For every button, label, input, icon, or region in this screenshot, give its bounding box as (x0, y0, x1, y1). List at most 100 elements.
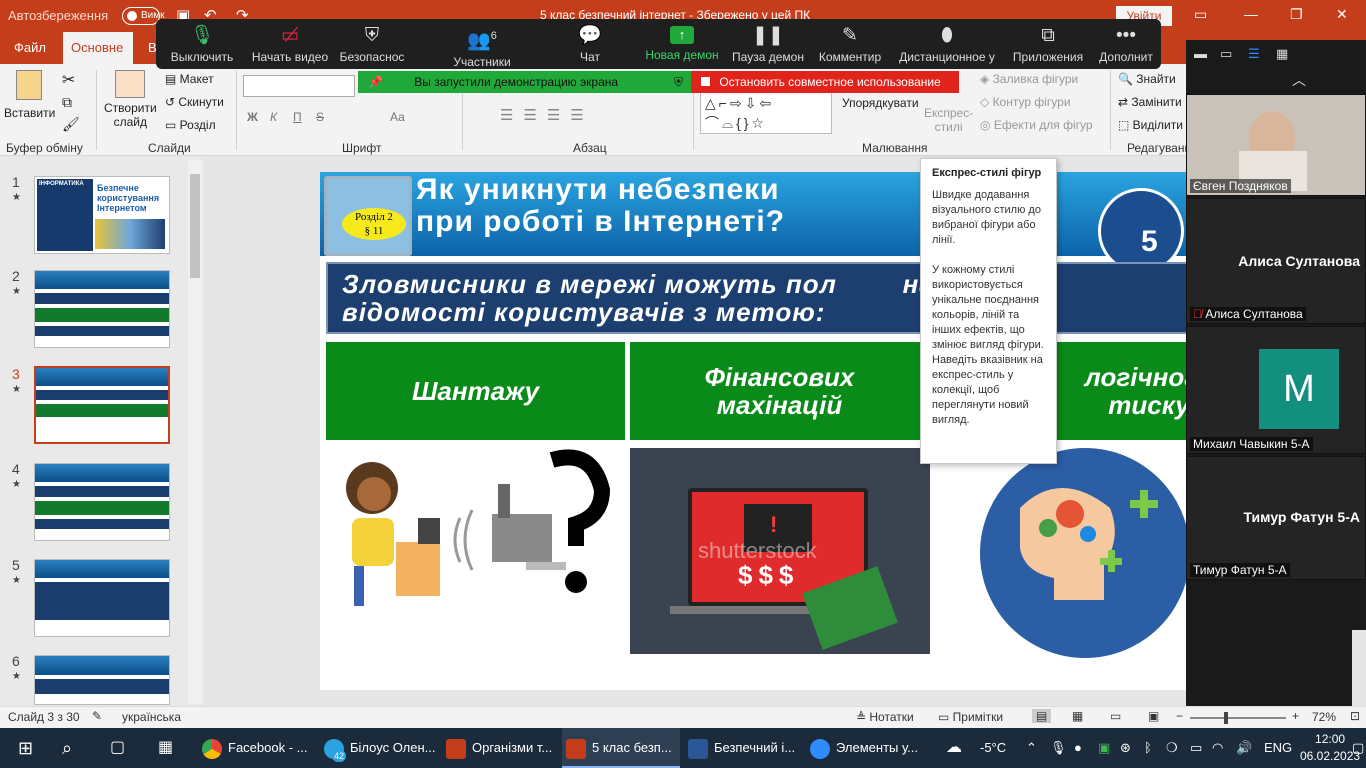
input-language[interactable]: ENG (1264, 728, 1292, 768)
select-button[interactable]: ⬚ Виділити (1118, 118, 1183, 132)
mute-button[interactable]: 🎙 Выключить (156, 19, 248, 69)
zoom-percentage[interactable]: 72% (1312, 710, 1336, 724)
quick-styles-button[interactable]: Експрес- стилі (924, 106, 973, 134)
tab-home[interactable]: Основне (63, 32, 133, 64)
strip-view-icon[interactable]: ☰ (1248, 46, 1260, 62)
alignment-icons[interactable]: ☰☰☰☰ (500, 106, 594, 124)
reset-button[interactable]: ↺ Скинути (165, 95, 224, 109)
gallery-view-icon[interactable]: ▦ (1276, 46, 1288, 62)
windows-start-icon[interactable]: ⊞ (18, 728, 33, 768)
paste-button[interactable]: Вставити (4, 70, 55, 120)
tab-file[interactable]: Файл (6, 32, 54, 64)
format-painter-icon[interactable]: 🖌 (62, 116, 80, 133)
change-case-button[interactable]: Аа (390, 110, 405, 124)
tray-mic-icon[interactable]: 🎙 (1050, 728, 1067, 768)
new-slide-button[interactable]: Створити слайд (104, 70, 157, 129)
participant-tile-4[interactable]: Тимур Фатун 5-А Тимур Фатун 5-А (1186, 456, 1366, 580)
italic-button[interactable]: К (270, 110, 277, 124)
reading-view-icon[interactable]: ▭ (1110, 709, 1121, 723)
participants-count: 6 (490, 30, 497, 42)
minimize-panel-icon[interactable]: ▬ (1194, 46, 1207, 61)
zoom-slider[interactable] (1190, 712, 1286, 724)
language-label[interactable]: українська (122, 710, 181, 724)
tray-app-icon[interactable]: ⊛ (1120, 728, 1131, 768)
temperature[interactable]: -5°C (980, 728, 1006, 768)
collapse-up-icon[interactable]: ︿ (1292, 70, 1306, 90)
taskbar-word[interactable]: Безпечний і... (684, 728, 802, 768)
underline-button[interactable]: П (293, 110, 302, 124)
comments-button[interactable]: ▭ Примітки (938, 710, 1003, 724)
slide-number: 5 (12, 557, 20, 573)
font-name-box[interactable] (243, 75, 355, 97)
tray-expand-icon[interactable]: ⌃ (1026, 728, 1037, 768)
shape-outline-button[interactable]: ◇ Контур фігури (980, 95, 1071, 109)
taskbar-powerpoint-2[interactable]: 5 клас безп... (562, 728, 680, 768)
slide-sorter-icon[interactable]: ▦ (1072, 709, 1083, 723)
battery-icon[interactable]: ▭ (1190, 728, 1202, 768)
slide-thumbnail-4[interactable] (34, 463, 170, 541)
notes-button[interactable]: ≜ Нотатки (856, 710, 914, 724)
fit-slide-icon[interactable]: ⊡ (1350, 709, 1360, 723)
security-button[interactable]: ⛨ Безопаснос (326, 19, 418, 69)
zoom-out-icon[interactable]: − (1176, 709, 1183, 723)
normal-view-icon[interactable]: ▤ (1032, 709, 1052, 723)
pause-icon: ❚❚ (752, 25, 784, 46)
new-share-button[interactable]: ↑ Новая демон (636, 19, 728, 69)
slide-thumbnail-5[interactable] (34, 559, 170, 637)
bluetooth-icon[interactable]: ᛒ (1144, 728, 1152, 768)
chat-button[interactable]: 💬 Чат (544, 19, 636, 69)
volume-icon[interactable]: 🔊 (1236, 728, 1252, 768)
stop-share-button[interactable]: Остановить совместное использование (691, 71, 959, 93)
participant-tile-2[interactable]: Алиса Султанова 🎙̸ Алиса Султанова (1186, 198, 1366, 324)
taskbar-powerpoint-1[interactable]: Організми т... (442, 728, 558, 768)
maximize-icon[interactable]: ❐ (1290, 6, 1303, 23)
weather-icon[interactable]: ☁ (946, 728, 962, 768)
taskbar-zoom[interactable]: Элементы у... (806, 728, 924, 768)
copy-icon[interactable]: ⧉ (62, 94, 72, 111)
minimize-icon[interactable]: — (1244, 6, 1258, 22)
slideshow-icon[interactable]: ▣ (1148, 709, 1159, 723)
ribbon-display-icon[interactable]: ▭ (1194, 6, 1207, 23)
edit-scrollbar[interactable] (1352, 630, 1366, 706)
participant-tile-1[interactable]: Євген Поздняков (1186, 94, 1366, 196)
wifi-icon[interactable]: ◠ (1212, 728, 1223, 768)
shapes-gallery[interactable]: △⌐⇨⇩⇦ ⌒⌓{}☆ (700, 92, 832, 134)
bold-button[interactable]: Ж (247, 110, 258, 124)
shape-fill-button[interactable]: ◈ Заливка фігури (980, 72, 1078, 86)
slide-thumbnail-3[interactable] (34, 366, 170, 444)
task-view-icon[interactable]: ▢ (110, 728, 125, 768)
replace-button[interactable]: ⇄ Замінити (1118, 95, 1182, 109)
slide-thumbnail-2[interactable] (34, 270, 170, 348)
strikethrough-button[interactable]: S (316, 110, 324, 124)
slides-pane-scrollbar[interactable] (188, 160, 202, 704)
current-slide[interactable]: Розділ 2 § 11 Як уникнути небезпеки при … (320, 172, 1240, 690)
slide-thumbnail-6[interactable] (34, 655, 170, 705)
tray-app-icon[interactable]: ▣ (1098, 728, 1110, 768)
accessibility-icon[interactable]: ✎ (92, 709, 102, 723)
annotate-button[interactable]: ✎ Комментир (804, 19, 896, 69)
arrange-button[interactable]: Упорядкувати (842, 96, 919, 110)
zoom-in-icon[interactable]: + (1292, 709, 1299, 723)
tray-zoom-icon[interactable]: ● (1074, 728, 1082, 768)
notifications-icon[interactable]: ▢ (1352, 728, 1364, 768)
pause-share-button[interactable]: ❚❚ Пауза демон (722, 19, 814, 69)
mic-muted-icon: 🎙̸ (1193, 307, 1206, 321)
tray-app-icon[interactable]: ❍ (1166, 728, 1178, 768)
shape-effects-button[interactable]: ◎ Ефекти для фігур (980, 118, 1093, 132)
taskbar-chrome[interactable]: Facebook - ... (198, 728, 312, 768)
start-video-button[interactable]: ▭̸ Начать видео (244, 19, 336, 69)
cut-icon[interactable]: ✂ (62, 70, 75, 90)
slide-thumbnail-1[interactable]: ІНФОРМАТИКА Безпечне користування Інтерн… (34, 176, 170, 254)
close-icon[interactable]: ✕ (1336, 6, 1348, 23)
taskbar-telegram[interactable]: Білоус Олен... 42 (320, 728, 438, 768)
autosave-toggle[interactable]: Вимк (122, 7, 165, 25)
layout-button[interactable]: ▤ Макет (165, 72, 214, 86)
more-button[interactable]: ••• Дополнит (1080, 19, 1172, 69)
section-button[interactable]: ▭ Розділ (165, 118, 216, 132)
speaker-view-icon[interactable]: ▭ (1220, 46, 1232, 62)
find-button[interactable]: 🔍 Знайти (1118, 72, 1176, 86)
remote-control-button[interactable]: ⬮ Дистанционное у (892, 19, 1002, 69)
search-icon[interactable]: ⌕ (62, 728, 72, 768)
calculator-icon[interactable]: ▦ (158, 728, 173, 768)
participants-button[interactable]: 👥6 Участники (436, 19, 528, 69)
